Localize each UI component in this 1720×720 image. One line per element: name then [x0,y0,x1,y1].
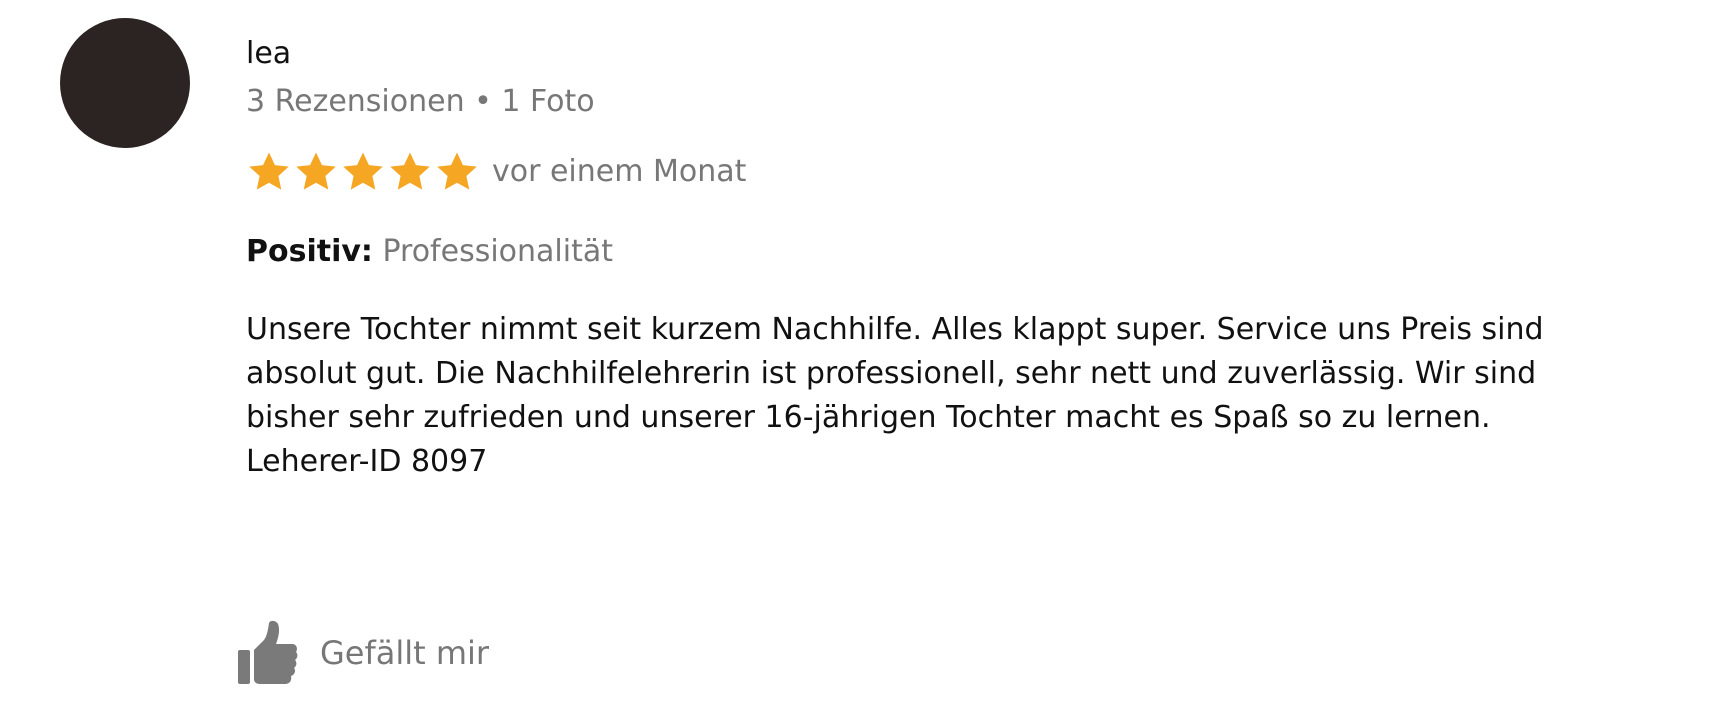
like-button[interactable]: Gefällt mir [236,618,489,688]
author-name[interactable]: lea [246,34,291,74]
thumbs-up-icon[interactable] [236,620,298,686]
review-text-line: Unsere Tochter nimmt seit kurzem Nachhil… [246,312,1544,347]
star-icon [340,149,386,195]
review-text-line: Leherer-ID 8097 [246,444,488,479]
review-card: lea 3 Rezensionen • 1 Foto vor einem Mon… [0,0,1720,720]
review-highlight: Positiv: Professionalität [246,232,613,272]
star-rating [246,149,481,195]
review-time: vor einem Monat [492,154,747,189]
star-icon [246,149,292,195]
review-text-line: absolut gut. Die Nachhilfelehrerin ist p… [246,356,1537,391]
review-text-line: bisher sehr zufrieden und unserer 16-jäh… [246,400,1491,435]
review-text: Unsere Tochter nimmt seit kurzem Nachhil… [246,308,1646,484]
star-icon [387,149,433,195]
star-icon [434,149,480,195]
author-meta: 3 Rezensionen • 1 Foto [246,84,595,119]
avatar[interactable] [60,18,190,148]
highlight-value: Professionalität [382,234,614,269]
like-label[interactable]: Gefällt mir [320,633,489,673]
star-icon [293,149,339,195]
highlight-label: Positiv: [246,234,373,269]
rating-row: vor einem Monat [246,148,746,196]
